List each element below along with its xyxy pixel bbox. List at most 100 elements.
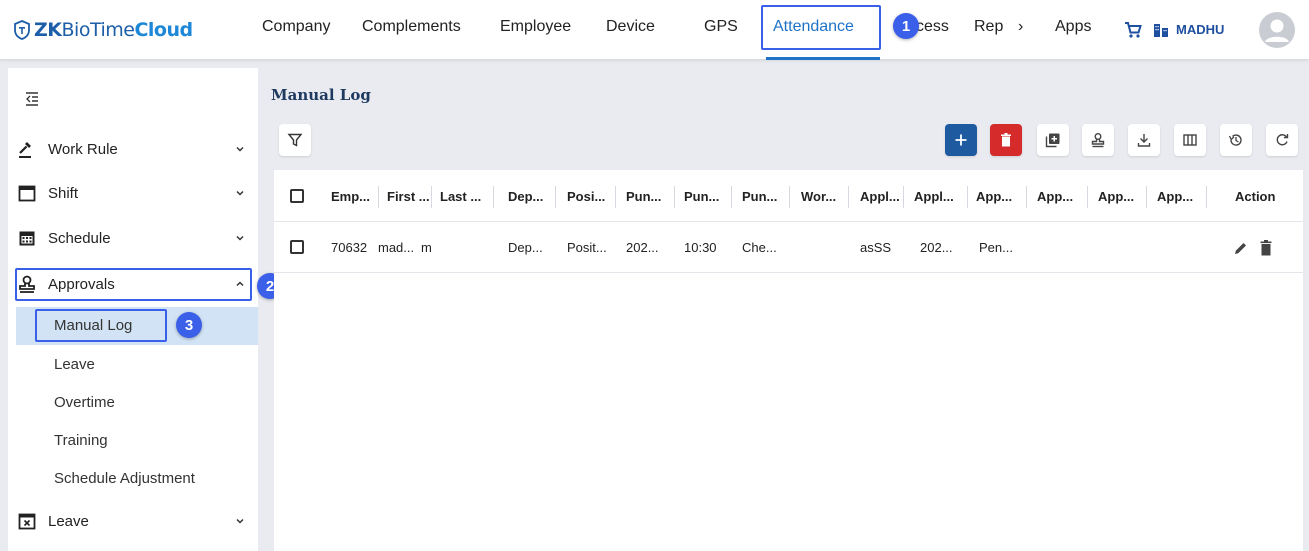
approval-stamp-icon [1091, 133, 1105, 148]
collapse-menu-icon[interactable] [24, 91, 40, 107]
column-header[interactable]: Appl... [860, 189, 900, 204]
filter-icon [287, 133, 303, 147]
column-divider[interactable] [615, 186, 616, 208]
column-divider[interactable] [731, 186, 732, 208]
refresh-button[interactable] [1266, 124, 1298, 156]
sidebar-item-label: Shift [48, 184, 79, 202]
column-divider[interactable] [1206, 186, 1207, 208]
table-cell: mad... [378, 240, 415, 255]
export-button[interactable] [1128, 124, 1160, 156]
table-cell: Posit... [567, 240, 607, 255]
column-divider[interactable] [1026, 186, 1027, 208]
avatar[interactable] [1259, 12, 1295, 48]
column-divider[interactable] [431, 186, 432, 208]
history-button[interactable] [1220, 124, 1252, 156]
plus-icon [955, 134, 967, 146]
filter-button[interactable] [279, 124, 311, 156]
nav-access[interactable]: cess [916, 18, 949, 36]
column-header[interactable]: Dep... [508, 189, 543, 204]
column-header[interactable]: First ... [387, 189, 430, 204]
trash-icon[interactable] [1258, 239, 1274, 257]
column-divider[interactable] [848, 186, 849, 208]
nav-complements[interactable]: Complements [362, 18, 461, 36]
table-cell: Che... [742, 240, 777, 255]
sidebar-subitem-label: Schedule Adjustment [54, 470, 195, 487]
sidebar-item-shift[interactable]: Shift [8, 174, 258, 212]
edit-icon[interactable] [1233, 240, 1249, 256]
column-divider[interactable] [789, 186, 790, 208]
column-header[interactable]: Pun... [742, 189, 777, 204]
add-button[interactable] [945, 124, 977, 156]
approve-button[interactable] [1082, 124, 1114, 156]
library-add-icon [1045, 133, 1060, 148]
sidebar-item-leave[interactable]: Leave [8, 502, 258, 540]
column-header: Action [1235, 189, 1276, 204]
column-divider[interactable] [1146, 186, 1147, 208]
chevron-down-icon [236, 146, 244, 152]
manual-log-table: Emp... First ... Last ... Dep... Posi...… [274, 170, 1303, 551]
nav-employee[interactable]: Employee [500, 18, 571, 36]
shield-icon [14, 20, 30, 40]
trash-icon [1001, 133, 1011, 147]
annotation-box-approvals [15, 268, 252, 301]
nav-gps[interactable]: GPS [704, 18, 738, 36]
table-row[interactable]: 70632 mad... m Dep... Posit... 202... 10… [274, 223, 1303, 273]
sidebar-item-work-rule[interactable]: Work Rule [8, 130, 258, 168]
sidebar-item-label: Leave [48, 512, 89, 530]
column-header[interactable]: Pun... [626, 189, 661, 204]
column-header[interactable]: Last ... [440, 189, 481, 204]
column-divider[interactable] [674, 186, 675, 208]
select-all-checkbox[interactable] [290, 189, 304, 203]
table-cell: 70632 [331, 240, 368, 255]
annotation-badge-3: 3 [176, 312, 202, 338]
refresh-icon [1276, 134, 1289, 146]
logo-cloud: Cloud [134, 19, 193, 41]
table-header: Emp... First ... Last ... Dep... Posi...… [274, 170, 1303, 222]
logo-biotime: BioTime [61, 19, 135, 41]
sidebar-item-label: Schedule [48, 229, 111, 247]
calendar-icon [18, 185, 36, 202]
column-divider[interactable] [967, 186, 968, 208]
column-divider[interactable] [903, 186, 904, 208]
sidebar-subitem-training[interactable]: Training [16, 422, 258, 460]
nav-apps[interactable]: Apps [1055, 18, 1091, 36]
calendar-x-icon [18, 513, 36, 530]
row-checkbox[interactable] [290, 240, 304, 254]
column-header[interactable]: App... [1098, 189, 1134, 204]
sidebar-subitem-leave[interactable]: Leave [16, 346, 258, 384]
sidebar-subitem-overtime[interactable]: Overtime [16, 384, 258, 422]
column-divider[interactable] [378, 186, 379, 208]
chevron-down-icon [236, 190, 244, 196]
column-header[interactable]: App... [1157, 189, 1193, 204]
nav-reports[interactable]: Rep [974, 18, 1003, 36]
sidebar-item-schedule[interactable]: Schedule [8, 219, 258, 257]
column-header[interactable]: App... [976, 189, 1012, 204]
cart-icon[interactable] [1124, 21, 1142, 39]
sidebar-subitem-schedule-adjustment[interactable]: Schedule Adjustment [16, 460, 258, 498]
table-cell: 202... [626, 240, 659, 255]
column-header[interactable]: Posi... [567, 189, 605, 204]
column-header[interactable]: Appl... [914, 189, 954, 204]
column-header[interactable]: App... [1037, 189, 1073, 204]
nav-device[interactable]: Device [606, 18, 655, 36]
column-divider[interactable] [493, 186, 494, 208]
column-header[interactable]: Wor... [801, 189, 836, 204]
chevron-down-icon [236, 235, 244, 241]
nav-company[interactable]: Company [262, 18, 330, 36]
sidebar-subitem-label: Training [54, 432, 108, 449]
top-navbar: ZK BioTime Cloud Company Complements Emplo… [0, 0, 1309, 60]
column-divider[interactable] [555, 186, 556, 208]
column-header[interactable]: Emp... [331, 189, 370, 204]
column-header[interactable]: Pun... [684, 189, 719, 204]
table-cell: m [421, 240, 432, 255]
add-multiple-button[interactable] [1037, 124, 1069, 156]
organization-icon[interactable] [1152, 21, 1170, 39]
delete-button[interactable] [990, 124, 1022, 156]
sidebar-item-label: Work Rule [48, 140, 118, 158]
columns-button[interactable] [1174, 124, 1206, 156]
annotation-box-manual-log [35, 309, 167, 342]
user-name[interactable]: MADHU [1176, 22, 1224, 37]
app-logo[interactable]: ZK BioTime Cloud [13, 17, 193, 43]
column-divider[interactable] [1087, 186, 1088, 208]
nav-more-chevron[interactable]: › [1018, 18, 1023, 36]
